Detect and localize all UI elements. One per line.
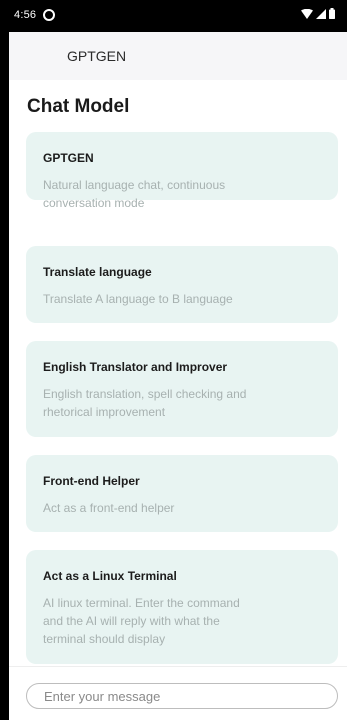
model-card-description-line: AI linux terminal. Enter the command — [43, 596, 240, 610]
model-card-title: Act as a Linux Terminal — [43, 569, 177, 583]
status-bar: 4:56 — [0, 0, 347, 32]
model-card-description: Translate A language to B language — [43, 290, 303, 308]
model-card-linux-terminal[interactable]: Act as a Linux Terminal AI linux termina… — [26, 550, 338, 664]
section-title: Chat Model — [27, 96, 130, 117]
model-card-front-end-helper[interactable]: Front-end Helper Act as a front-end help… — [26, 455, 338, 532]
model-card-description: AI linux terminal. Enter the command and… — [43, 594, 303, 648]
message-input[interactable] — [26, 683, 338, 709]
model-card-description-line: Natural language chat, continuous — [43, 178, 226, 192]
model-card-title: GPTGEN — [43, 151, 94, 165]
model-card-description-line: conversation mode — [43, 196, 145, 210]
model-card-gptgen[interactable]: GPTGEN Natural language chat, continuous… — [26, 132, 338, 210]
composer-bar — [9, 666, 347, 720]
model-card-description-line: rhetorical improvement — [43, 405, 166, 419]
model-card-title: English Translator and Improver — [43, 360, 228, 374]
model-card-description-line: and the AI will reply with what the — [43, 614, 220, 628]
phone-screen: 4:56 GPTGEN Chat Model GPTGEN Natural la… — [0, 0, 347, 720]
app-bar: GPTGEN — [9, 32, 347, 80]
model-card-description: English translation, spell checking and … — [43, 385, 303, 421]
model-card-title: Front-end Helper — [43, 474, 140, 488]
model-card-description-line: terminal should display — [43, 632, 166, 646]
notification-icon — [43, 9, 55, 21]
signal-icon — [316, 8, 326, 19]
model-card-description-line: Translate A language to B language — [43, 292, 233, 306]
wifi-icon — [301, 8, 313, 19]
battery-icon — [329, 8, 335, 19]
model-card-title: Translate language — [43, 265, 152, 279]
app-screen: GPTGEN Chat Model GPTGEN Natural languag… — [9, 32, 347, 720]
status-icons — [301, 8, 335, 19]
model-card-description-line: English translation, spell checking and — [43, 387, 247, 401]
model-card-description: Natural language chat, continuous conver… — [43, 176, 303, 212]
model-card-translate-language[interactable]: Translate language Translate A language … — [26, 246, 338, 323]
model-card-description-line: Act as a front-end helper — [43, 501, 175, 515]
app-title: GPTGEN — [67, 48, 127, 64]
status-time: 4:56 — [14, 9, 37, 21]
model-card-english-translator[interactable]: English Translator and Improver English … — [26, 341, 338, 437]
model-card-description: Act as a front-end helper — [43, 499, 303, 517]
